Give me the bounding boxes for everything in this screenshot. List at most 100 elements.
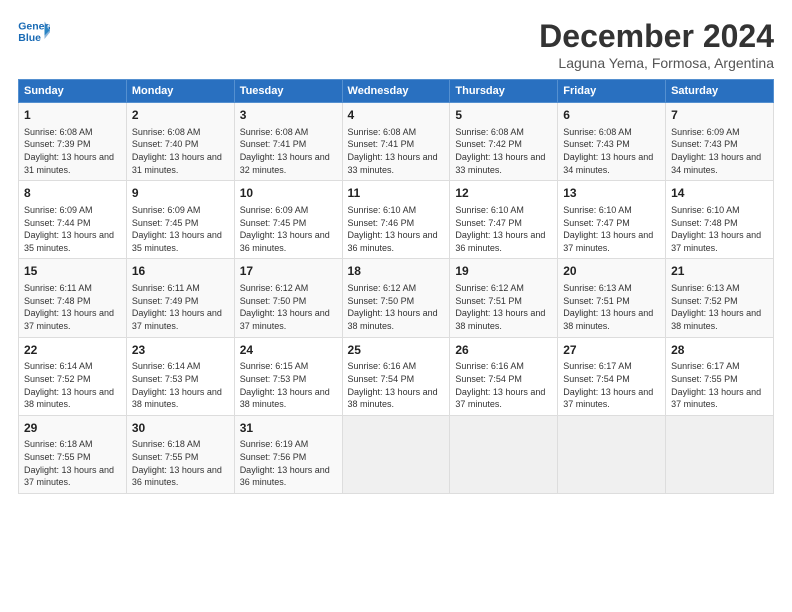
daylight-label: Daylight: 13 hours and 38 minutes. [132,387,222,410]
day-number: 23 [132,342,229,359]
calendar-week-row: 22Sunrise: 6:14 AMSunset: 7:52 PMDayligh… [19,337,774,415]
calendar-cell: 11Sunrise: 6:10 AMSunset: 7:46 PMDayligh… [342,181,450,259]
sunrise-label: Sunrise: 6:10 AM [563,205,632,215]
sunset-label: Sunset: 7:42 PM [455,139,522,149]
sunset-label: Sunset: 7:45 PM [240,218,307,228]
sunrise-label: Sunrise: 6:16 AM [455,361,524,371]
day-number: 30 [132,420,229,437]
calendar-cell: 31Sunrise: 6:19 AMSunset: 7:56 PMDayligh… [234,415,342,493]
sunset-label: Sunset: 7:51 PM [455,296,522,306]
day-number: 29 [24,420,121,437]
calendar-cell: 28 Sunrise: 6:17 AM Sunset: 7:55 PM Dayligh… [666,337,774,415]
sunrise-label: Sunrise: 6:17 AM [563,361,632,371]
daylight-label: Daylight: 13 hours and 34 minutes. [563,152,653,175]
calendar-cell: 29Sunrise: 6:18 AMSunset: 7:55 PMDayligh… [19,415,127,493]
sunset-label: Sunset: 7:52 PM [671,296,738,306]
daylight-label: Daylight: 13 hours and 36 minutes. [348,230,438,253]
calendar-week-row: 15Sunrise: 6:11 AMSunset: 7:48 PMDayligh… [19,259,774,337]
day-number: 2 [132,107,229,124]
sunset-label: Sunset: 7:41 PM [348,139,415,149]
daylight-label: Daylight: 13 hours and 38 minutes. [563,308,653,331]
calendar-cell: 13Sunrise: 6:10 AMSunset: 7:47 PMDayligh… [558,181,666,259]
day-number: 1 [24,107,121,124]
sunset-label: Sunset: 7:48 PM [24,296,91,306]
day-number: 10 [240,185,337,202]
calendar-cell: 17 Sunrise: 6:12 AM Sunset: 7:50 PM Dayligh… [234,259,342,337]
daylight-label: Daylight: 13 hours and 37 minutes. [671,230,761,253]
calendar-cell: 5Sunrise: 6:08 AMSunset: 7:42 PMDaylight… [450,103,558,181]
daylight-label: Daylight: 13 hours and 37 minutes. [671,387,761,410]
sunset-label: Sunset: 7:46 PM [348,218,415,228]
daylight-label: Daylight: 13 hours and 37 minutes. [455,387,545,410]
sunrise-label: Sunrise: 6:10 AM [455,205,524,215]
day-number: 13 [563,185,660,202]
header-tuesday: Tuesday [234,80,342,103]
sunrise-label: Sunrise: 6:09 AM [132,205,201,215]
daylight-label: Daylight: 13 hours and 36 minutes. [240,465,330,488]
sunset-label: Sunset: 7:47 PM [455,218,522,228]
daylight-label: Daylight: 13 hours and 37 minutes. [24,465,114,488]
logo: General Blue [18,18,50,46]
day-number: 28 [671,342,768,359]
sunset-label: Sunset: 7:52 PM [24,374,91,384]
day-number: 9 [132,185,229,202]
sunrise-label: Sunrise: 6:09 AM [240,205,309,215]
day-number: 20 [563,263,660,280]
sunrise-label: Sunrise: 6:08 AM [24,127,93,137]
daylight-label: Daylight: 13 hours and 38 minutes. [671,308,761,331]
calendar-cell: 9Sunrise: 6:09 AMSunset: 7:45 PMDaylight… [126,181,234,259]
calendar-week-row: 1 Sunrise: 6:08 AM Sunset: 7:39 PM Daylight… [19,103,774,181]
calendar-cell: 7Sunrise: 6:09 AMSunset: 7:43 PMDaylight… [666,103,774,181]
sunrise-label: Sunrise: 6:08 AM [563,127,632,137]
calendar-cell: 1Sunrise: 6:08 AMSunset: 7:39 PMDaylight… [19,103,127,181]
daylight-label: Daylight: 13 hours and 37 minutes. [240,308,330,331]
sunrise-label: Sunrise: 6:12 AM [240,283,309,293]
sunset-label: Sunset: 7:50 PM [240,296,307,306]
sunrise-label: Sunrise: 6:11 AM [24,283,92,293]
day-number: 3 [240,107,337,124]
title-block: December 2024 Laguna Yema, Formosa, Arge… [539,18,774,71]
sunrise-label: Sunrise: 6:08 AM [240,127,309,137]
calendar-cell: 6Sunrise: 6:08 AMSunset: 7:43 PMDaylight… [558,103,666,181]
sunrise-label: Sunrise: 6:14 AM [24,361,93,371]
sunrise-label: Sunrise: 6:13 AM [563,283,632,293]
header-saturday: Saturday [666,80,774,103]
daylight-label: Daylight: 13 hours and 38 minutes. [348,308,438,331]
calendar-cell: 2Sunrise: 6:08 AMSunset: 7:40 PMDaylight… [126,103,234,181]
sunrise-label: Sunrise: 6:19 AM [240,439,309,449]
calendar-cell [342,415,450,493]
calendar-cell: 20Sunrise: 6:13 AMSunset: 7:51 PMDayligh… [558,259,666,337]
header-friday: Friday [558,80,666,103]
day-number: 26 [455,342,552,359]
sunrise-label: Sunrise: 6:15 AM [240,361,309,371]
sunrise-label: Sunrise: 6:12 AM [455,283,524,293]
daylight-label: Daylight: 13 hours and 35 minutes. [132,230,222,253]
daylight-label: Daylight: 13 hours and 37 minutes. [24,308,114,331]
sunrise-label: Sunrise: 6:10 AM [671,205,740,215]
daylight-label: Daylight: 13 hours and 36 minutes. [240,230,330,253]
sunrise-label: Sunrise: 6:18 AM [24,439,93,449]
sunset-label: Sunset: 7:53 PM [240,374,307,384]
calendar-cell: 10 Sunrise: 6:09 AM Sunset: 7:45 PM Dayligh… [234,181,342,259]
sunset-label: Sunset: 7:54 PM [455,374,522,384]
sunrise-label: Sunrise: 6:08 AM [348,127,417,137]
day-number: 4 [348,107,445,124]
sunset-label: Sunset: 7:44 PM [24,218,91,228]
sunrise-label: Sunrise: 6:17 AM [671,361,740,371]
sunset-label: Sunset: 7:55 PM [671,374,738,384]
calendar-cell: 30Sunrise: 6:18 AMSunset: 7:55 PMDayligh… [126,415,234,493]
daylight-label: Daylight: 13 hours and 37 minutes. [132,308,222,331]
sunset-label: Sunset: 7:39 PM [24,139,91,149]
calendar-cell: 14Sunrise: 6:10 AMSunset: 7:48 PMDayligh… [666,181,774,259]
sunrise-label: Sunrise: 6:09 AM [24,205,93,215]
sunset-label: Sunset: 7:43 PM [563,139,630,149]
daylight-label: Daylight: 13 hours and 37 minutes. [563,230,653,253]
sunrise-label: Sunrise: 6:10 AM [348,205,417,215]
sunset-label: Sunset: 7:50 PM [348,296,415,306]
sunset-label: Sunset: 7:53 PM [132,374,199,384]
day-number: 17 [240,263,337,280]
day-number: 21 [671,263,768,280]
sunset-label: Sunset: 7:48 PM [671,218,738,228]
daylight-label: Daylight: 13 hours and 36 minutes. [455,230,545,253]
sunrise-label: Sunrise: 6:08 AM [132,127,201,137]
